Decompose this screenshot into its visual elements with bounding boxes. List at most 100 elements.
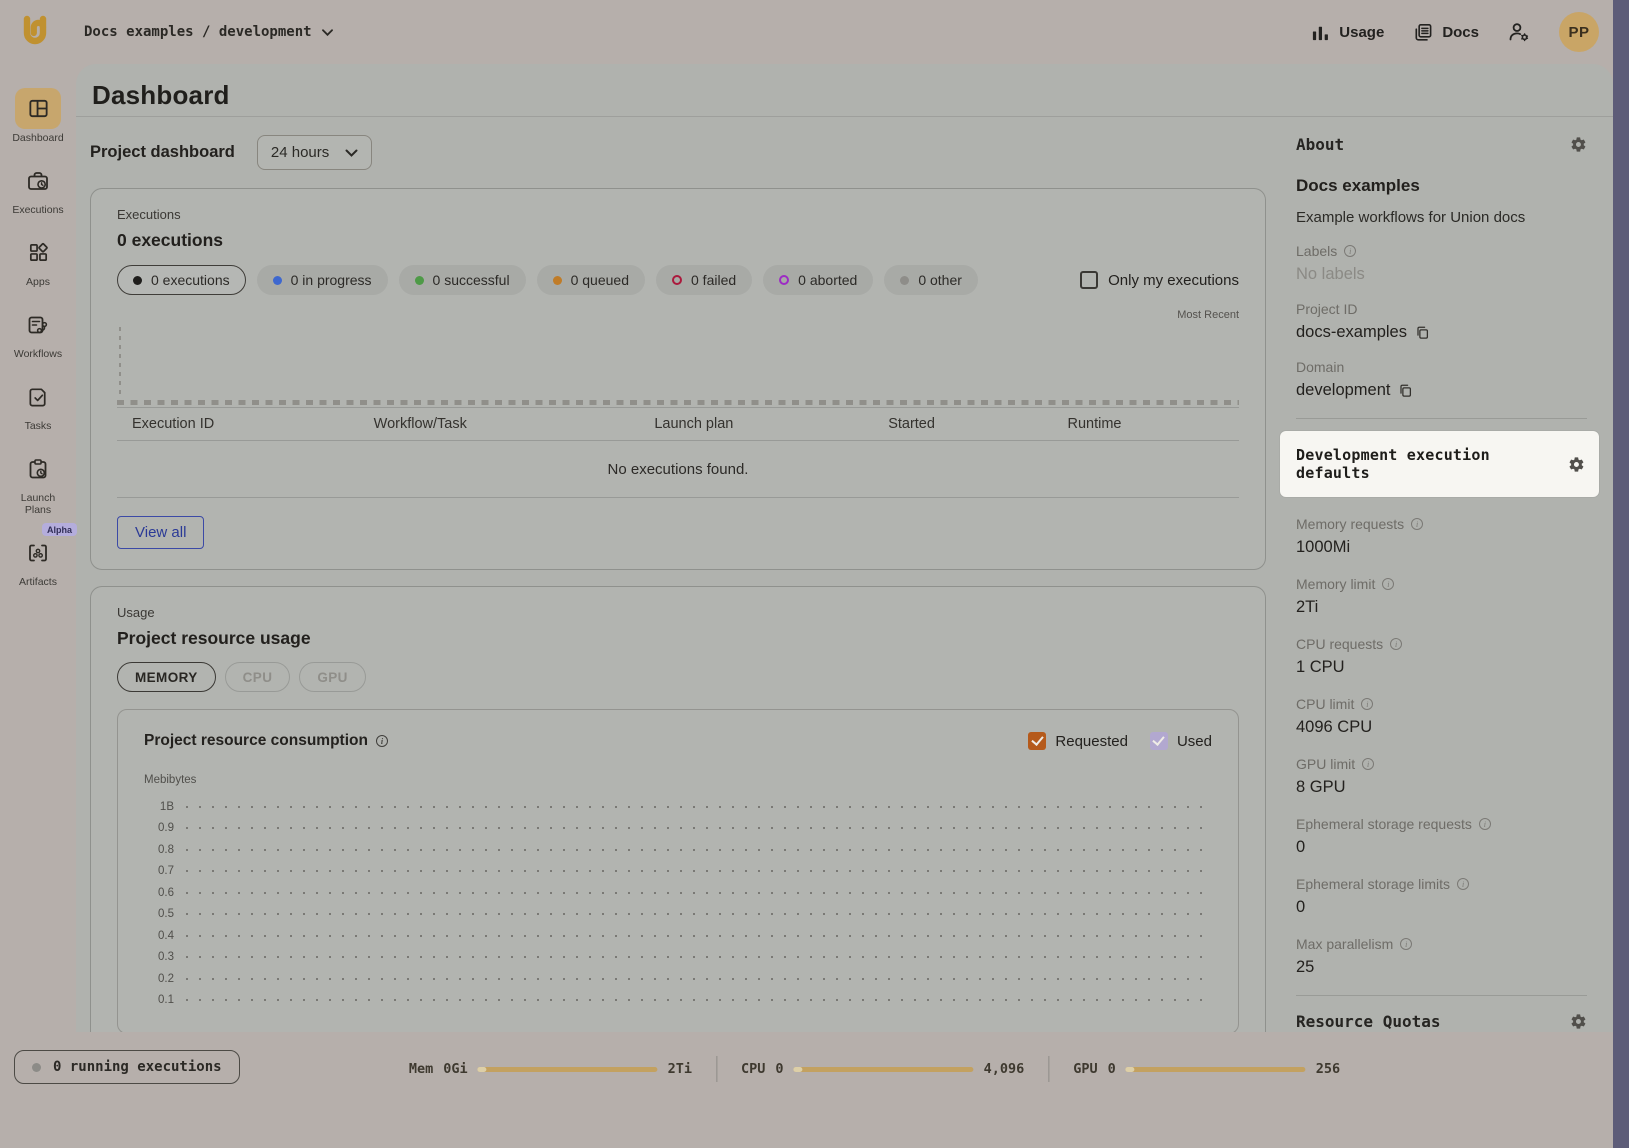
resource-quotas-settings-button[interactable] xyxy=(1570,1013,1587,1030)
project-domain-switcher[interactable]: Docs examples / development xyxy=(84,24,333,40)
labels-label-row: Labels i xyxy=(1296,243,1587,259)
gridline-row: 0.4 xyxy=(144,925,1212,947)
chip-in-progress[interactable]: 0 in progress xyxy=(257,265,388,295)
info-icon[interactable]: i xyxy=(1344,245,1356,257)
sidebar-item-artifacts[interactable]: Alpha Artifacts xyxy=(2,532,74,588)
divider xyxy=(716,1056,717,1082)
project-id-value-row: docs-examples xyxy=(1296,323,1587,342)
main-column: Project dashboard 24 hours Executions 0 … xyxy=(76,117,1268,1032)
legend-requested-toggle[interactable]: Requested xyxy=(1028,732,1128,750)
field-value: 0 xyxy=(1296,838,1587,857)
most-recent-label: Most Recent xyxy=(1177,309,1239,321)
y-tick: 0.9 xyxy=(144,822,174,834)
status-dot xyxy=(133,276,142,285)
info-icon[interactable]: i xyxy=(1382,578,1394,590)
sidebar-item-executions[interactable]: Executions xyxy=(2,160,74,216)
info-icon[interactable]: i xyxy=(1457,878,1469,890)
dashboard-controls: Project dashboard 24 hours xyxy=(90,135,1266,170)
copy-icon[interactable] xyxy=(1398,383,1413,398)
gridline-row: 0.7 xyxy=(144,861,1212,883)
info-icon[interactable]: i xyxy=(376,735,388,747)
tab-memory[interactable]: MEMORY xyxy=(117,662,216,692)
gridline-row: 0.3 xyxy=(144,947,1212,969)
info-icon[interactable]: i xyxy=(1400,938,1412,950)
usage-link[interactable]: Usage xyxy=(1311,23,1384,42)
page-title: Dashboard xyxy=(92,80,230,111)
executions-icon xyxy=(15,160,61,201)
running-executions-button[interactable]: 0 running executions xyxy=(14,1050,240,1084)
usage-link-label: Usage xyxy=(1339,24,1384,41)
project-id-value: docs-examples xyxy=(1296,323,1407,342)
chip-all-executions[interactable]: 0 executions xyxy=(117,265,246,295)
dashboard-icon xyxy=(15,88,61,129)
chip-label: 0 in progress xyxy=(291,272,372,288)
y-tick: 1B xyxy=(144,801,174,813)
cpu-limit-field: CPU limiti 4096 CPU xyxy=(1296,696,1587,737)
info-icon[interactable]: i xyxy=(1361,698,1373,710)
launch-plans-icon xyxy=(15,448,61,489)
legend-used-toggle[interactable]: Used xyxy=(1150,732,1212,750)
labels-label: Labels xyxy=(1296,243,1337,259)
about-settings-button[interactable] xyxy=(1570,136,1587,153)
chip-other[interactable]: 0 other xyxy=(884,265,978,295)
status-dot xyxy=(415,276,424,285)
executions-timeline: Most Recent xyxy=(117,309,1239,405)
time-range-value: 24 hours xyxy=(271,144,329,161)
content-panel: Dashboard Project dashboard 24 hours Exe… xyxy=(76,64,1613,1032)
meter-current: 0 xyxy=(775,1061,783,1077)
sidebar-item-launch-plans[interactable]: Launch Plans xyxy=(2,448,74,516)
cpu-requests-field: CPU requestsi 1 CPU xyxy=(1296,636,1587,677)
field-label: Ephemeral storage limits xyxy=(1296,876,1450,892)
domain-field: Domain development xyxy=(1296,359,1587,400)
meter-max: 2Ti xyxy=(668,1061,692,1077)
time-range-select[interactable]: 24 hours xyxy=(257,135,372,170)
sidebar-item-workflows[interactable]: Workflows xyxy=(2,304,74,360)
field-value: 0 xyxy=(1296,898,1587,917)
executions-card-footer: View all xyxy=(117,498,1239,549)
meter-current: 0Gi xyxy=(443,1061,467,1077)
union-logo[interactable] xyxy=(16,13,54,51)
usage-card-title: Project resource usage xyxy=(117,628,1239,649)
info-icon[interactable]: i xyxy=(1362,758,1374,770)
only-my-executions-toggle[interactable]: Only my executions xyxy=(1080,271,1239,289)
avatar[interactable]: PP xyxy=(1559,12,1599,52)
docs-link[interactable]: Docs xyxy=(1412,22,1479,43)
chip-label: 0 successful xyxy=(433,272,510,288)
gear-icon xyxy=(1570,1013,1587,1030)
sidebar-item-apps[interactable]: Apps xyxy=(2,232,74,288)
memory-requests-field: Memory requestsi 1000Mi xyxy=(1296,516,1587,557)
info-icon[interactable]: i xyxy=(1390,638,1402,650)
sidebar-item-label: Executions xyxy=(12,204,63,216)
gear-icon xyxy=(1570,136,1587,153)
sidebar-item-tasks[interactable]: Tasks xyxy=(2,376,74,432)
field-label: GPU limit xyxy=(1296,756,1355,772)
project-name: Docs examples xyxy=(1296,176,1587,196)
chip-label: 0 other xyxy=(918,272,962,288)
sidebar-item-dashboard[interactable]: Dashboard xyxy=(2,88,74,144)
view-all-button[interactable]: View all xyxy=(117,516,204,549)
chip-aborted[interactable]: 0 aborted xyxy=(763,265,873,295)
user-admin-button[interactable] xyxy=(1507,20,1531,44)
field-label: Memory requests xyxy=(1296,516,1404,532)
info-icon[interactable]: i xyxy=(1411,518,1423,530)
checkbox-checked xyxy=(1028,732,1046,750)
field-label: CPU limit xyxy=(1296,696,1354,712)
execution-defaults-settings-button[interactable] xyxy=(1568,456,1585,473)
chevron-down-icon xyxy=(345,149,358,157)
meter-track xyxy=(794,1067,974,1072)
page-scrollbar[interactable] xyxy=(1613,0,1629,1148)
timeline-baseline xyxy=(117,400,1239,405)
chip-queued[interactable]: 0 queued xyxy=(537,265,645,295)
info-icon[interactable]: i xyxy=(1479,818,1491,830)
tab-cpu[interactable]: CPU xyxy=(225,662,291,692)
body-row: Dashboard Executions Apps Workflows xyxy=(0,64,1613,1032)
chip-successful[interactable]: 0 successful xyxy=(399,265,526,295)
gridline xyxy=(186,956,1212,958)
legend-requested-label: Requested xyxy=(1055,733,1128,750)
chip-failed[interactable]: 0 failed xyxy=(656,265,752,295)
chip-label: 0 failed xyxy=(691,272,736,288)
sidebar-item-label: Apps xyxy=(26,276,50,288)
tab-gpu[interactable]: GPU xyxy=(299,662,365,692)
person-gear-icon xyxy=(1507,20,1531,44)
copy-icon[interactable] xyxy=(1415,325,1430,340)
